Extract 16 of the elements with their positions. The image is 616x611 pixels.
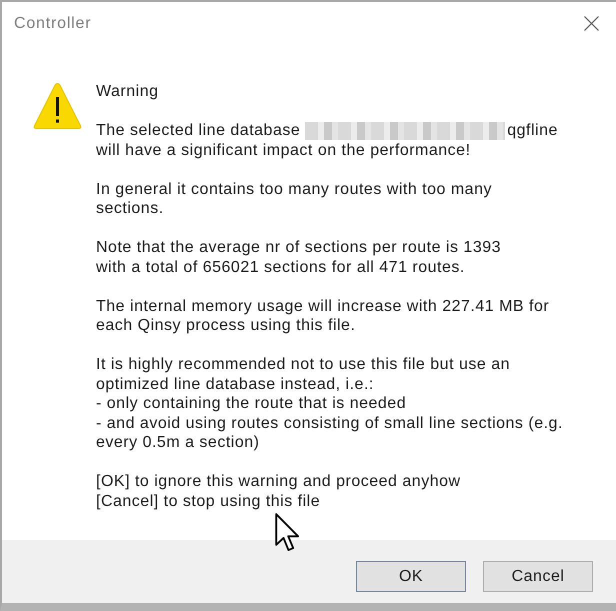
close-icon — [584, 16, 599, 31]
message-text: qgfline — [507, 121, 558, 140]
message-text: will have a significant impact on the performance! — [96, 142, 471, 158]
close-button[interactable] — [584, 16, 599, 31]
warning-icon — [33, 82, 82, 130]
window-title: Controller — [14, 14, 92, 34]
message-paragraph: Note that the average nr of sections per route is 1393 with a total of 656021 sections for all 471 routes. — [96, 238, 502, 277]
dialog-button[interactable]: OK — [356, 561, 466, 592]
dialog-button[interactable]: Cancel — [483, 561, 593, 592]
message-text: The selected line database — [96, 121, 300, 140]
message-paragraph: In general it contains too many routes with too many sections. — [96, 180, 493, 218]
message-paragraph: The internal memory usage will increase with 227.41 MB for each Qinsy process using this file. — [96, 296, 550, 336]
mouse-pointer-icon — [275, 513, 301, 553]
message-paragraph: [OK] to ignore this warning and proceed anyhow [Cancel] to stop using this file — [96, 472, 462, 511]
message-paragraph: It is highly recommended not to use this file but use an optimized line database instead, i.e.: - only containing the route that is needed - and avoid using routes consisting of small line sections (e.g. every 0.5m a section) — [96, 355, 563, 452]
message-heading: Warning — [96, 82, 160, 102]
